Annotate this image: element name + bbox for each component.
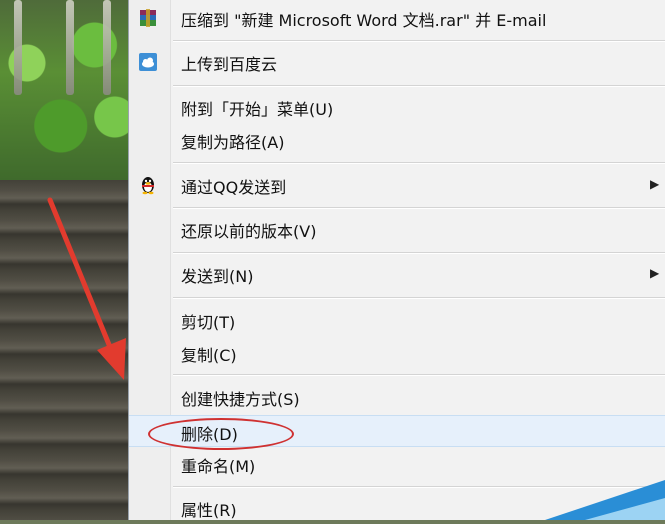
- desktop-background: [0, 0, 135, 520]
- menu-item-pin-start[interactable]: 附到「开始」菜单(U): [129, 91, 665, 123]
- menu-item-label: 发送到(N): [181, 267, 254, 286]
- menu-item-compress-email[interactable]: 压缩到 "新建 Microsoft Word 文档.rar" 并 E-mail: [129, 2, 665, 34]
- bamboo-trees-image: [0, 0, 135, 180]
- menu-item-label: 创建快捷方式(S): [181, 390, 300, 409]
- menu-item-label: 通过QQ发送到: [181, 178, 287, 197]
- menu-separator: [173, 207, 665, 209]
- menu-item-upload-baidu[interactable]: 上传到百度云: [129, 46, 665, 78]
- winrar-icon: [138, 8, 158, 28]
- menu-item-label: 属性(R): [181, 501, 237, 520]
- menu-item-send-to[interactable]: 发送到(N) ▶: [129, 258, 665, 290]
- menu-item-rename[interactable]: 重命名(M): [129, 448, 665, 480]
- menu-item-label: 还原以前的版本(V): [181, 222, 317, 241]
- menu-item-cut[interactable]: 剪切(T): [129, 304, 665, 336]
- menu-item-label: 上传到百度云: [181, 55, 278, 74]
- menu-separator: [173, 297, 665, 299]
- submenu-arrow-icon: ▶: [650, 177, 660, 191]
- menu-item-send-via-qq[interactable]: 通过QQ发送到 ▶: [129, 169, 665, 201]
- highlight-circle-annotation: [148, 418, 294, 450]
- qq-penguin-icon: [138, 175, 158, 195]
- menu-item-label: 重命名(M): [181, 457, 256, 476]
- menu-separator: [173, 40, 665, 42]
- menu-item-label: 剪切(T): [181, 313, 236, 332]
- baidu-cloud-icon: [138, 52, 158, 72]
- menu-separator: [173, 85, 665, 87]
- menu-item-label: 复制为路径(A): [181, 133, 285, 152]
- desktop-corner-highlight: [585, 498, 665, 520]
- menu-item-restore-versions[interactable]: 还原以前的版本(V): [129, 213, 665, 245]
- menu-item-label: 压缩到 "新建 Microsoft Word 文档.rar" 并 E-mail: [181, 11, 547, 30]
- menu-item-copy-path[interactable]: 复制为路径(A): [129, 124, 665, 156]
- menu-item-label: 附到「开始」菜单(U): [181, 100, 334, 119]
- menu-separator: [173, 162, 665, 164]
- submenu-arrow-icon: ▶: [650, 266, 660, 280]
- menu-item-create-shortcut[interactable]: 创建快捷方式(S): [129, 381, 665, 413]
- menu-item-copy[interactable]: 复制(C): [129, 337, 665, 369]
- menu-item-label: 复制(C): [181, 346, 237, 365]
- menu-separator: [173, 374, 665, 376]
- menu-separator: [173, 252, 665, 254]
